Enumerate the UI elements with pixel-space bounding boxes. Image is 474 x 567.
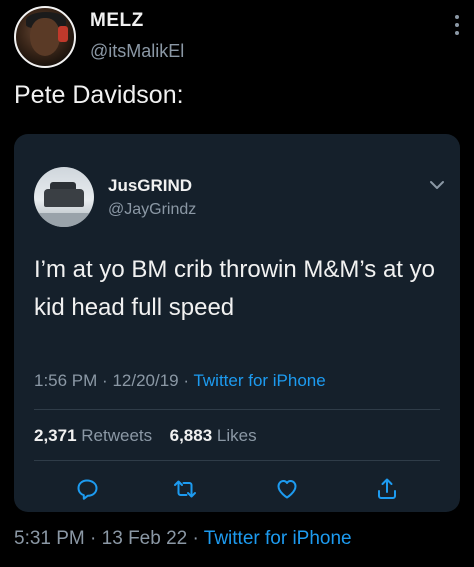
quoted-author-avatar[interactable] [34, 167, 94, 227]
quoted-author-display-name[interactable]: JusGRIND [108, 176, 192, 196]
quoted-author-handle[interactable]: @JayGrindz [108, 201, 196, 219]
chevron-down-icon[interactable] [428, 178, 446, 192]
divider [34, 460, 440, 461]
author-handle[interactable]: @itsMalikEl [90, 41, 184, 62]
retweet-count[interactable]: 2,371 [34, 426, 77, 445]
tweet-source[interactable]: Twitter for iPhone [204, 528, 352, 549]
like-icon[interactable] [274, 476, 300, 502]
avatar-face [30, 18, 60, 56]
reply-icon[interactable] [74, 476, 100, 502]
quoted-tweet-card[interactable]: JusGRIND @JayGrindz I’m at yo BM crib th… [14, 134, 460, 512]
meta-separator: · [183, 371, 194, 390]
like-label[interactable]: Likes [217, 426, 257, 445]
author-avatar[interactable] [14, 6, 76, 68]
divider [34, 409, 440, 410]
tweet-time: 5:31 PM [14, 528, 85, 549]
tweet-actions [14, 476, 460, 502]
more-options-icon[interactable] [454, 14, 460, 36]
share-icon[interactable] [374, 476, 400, 502]
retweet-icon[interactable] [172, 476, 198, 502]
avatar-accent [58, 26, 68, 42]
tweet-text: Pete Davidson: [14, 81, 184, 109]
quoted-tweet-source[interactable]: Twitter for iPhone [193, 371, 325, 390]
tweet-date[interactable]: 13 Feb 22 [102, 528, 188, 549]
meta-separator: · [102, 371, 113, 390]
quoted-tweet-time: 1:56 PM [34, 371, 98, 390]
quoted-tweet-text: I’m at yo BM crib throwin M&M’s at yo ki… [34, 256, 435, 321]
meta-separator: · [90, 528, 102, 549]
quoted-tweet-stats: 2,371 Retweets 6,883 Likes [34, 426, 257, 446]
quoted-tweet-meta: 1:56 PM · 12/20/19 · Twitter for iPhone [34, 371, 326, 391]
meta-separator: · [192, 528, 204, 549]
like-count[interactable]: 6,883 [170, 426, 213, 445]
tweet-meta: 5:31 PM · 13 Feb 22 · Twitter for iPhone [14, 528, 352, 550]
quoted-tweet-date[interactable]: 12/20/19 [112, 371, 178, 390]
retweet-label[interactable]: Retweets [81, 426, 152, 445]
avatar-ground [34, 213, 94, 227]
author-display-name[interactable]: MELZ [90, 10, 144, 32]
avatar-car [44, 189, 84, 207]
